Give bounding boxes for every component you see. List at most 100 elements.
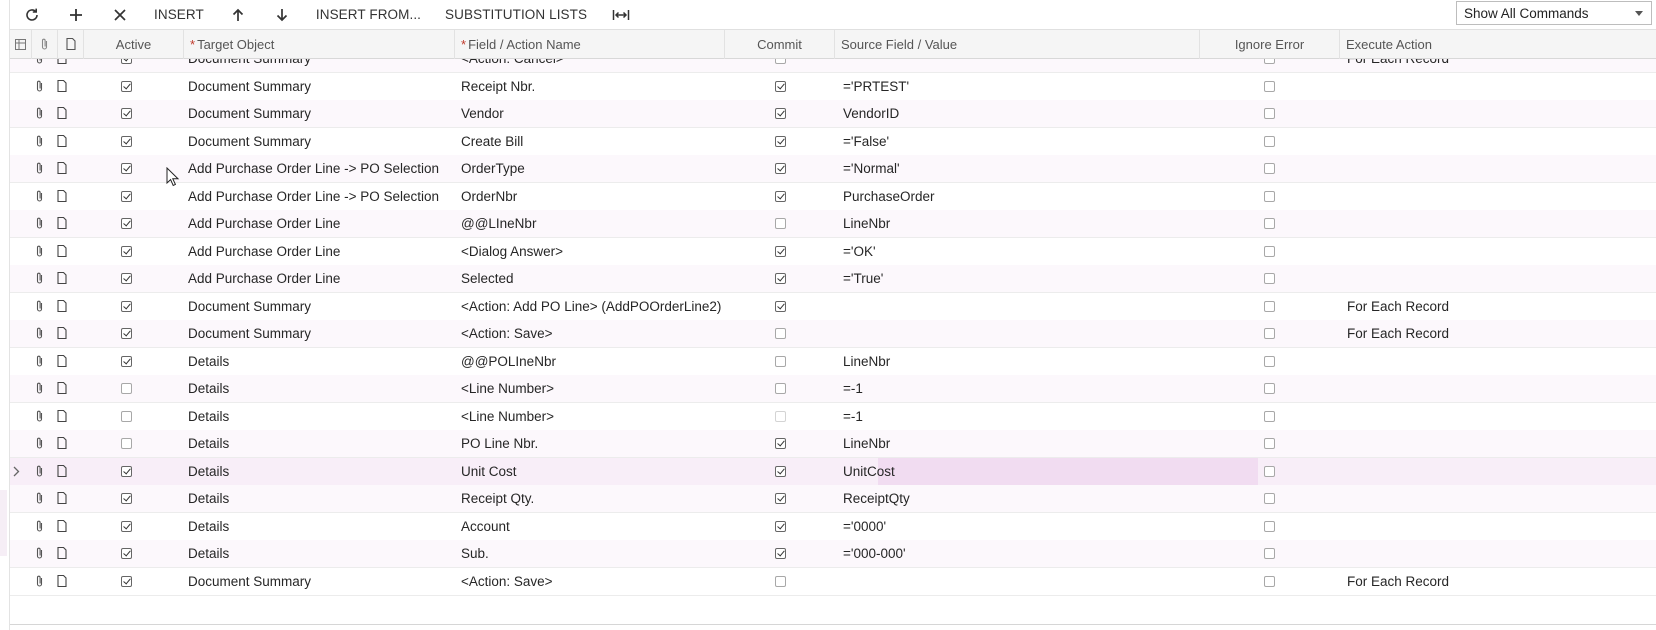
active-checkbox[interactable] bbox=[121, 273, 132, 284]
active-checkbox[interactable] bbox=[121, 493, 132, 504]
execute-action-cell[interactable] bbox=[1347, 155, 1647, 182]
ignore-error-checkbox[interactable] bbox=[1264, 59, 1275, 64]
active-checkbox[interactable] bbox=[121, 410, 132, 422]
note-icon[interactable] bbox=[57, 106, 67, 122]
note-icon[interactable] bbox=[57, 491, 67, 507]
active-checkbox[interactable] bbox=[121, 300, 132, 312]
active-checkbox[interactable] bbox=[121, 135, 132, 147]
execute-action-cell[interactable] bbox=[1347, 430, 1647, 457]
execute-action-cell[interactable]: For Each Record bbox=[1347, 59, 1647, 72]
column-target-object[interactable]: * Target Object bbox=[184, 30, 455, 59]
note-icon[interactable] bbox=[57, 436, 67, 452]
column-source-value[interactable]: Source Field / Value bbox=[835, 30, 1200, 59]
insert-button[interactable]: INSERT bbox=[142, 0, 216, 29]
arrow-down-icon[interactable] bbox=[260, 0, 304, 29]
fit-width-icon[interactable] bbox=[599, 0, 643, 29]
active-checkbox[interactable] bbox=[121, 465, 132, 477]
target-object-cell[interactable]: Details bbox=[188, 375, 453, 402]
field-action-cell[interactable]: <Dialog Answer> bbox=[461, 238, 723, 265]
execute-action-cell[interactable] bbox=[1347, 348, 1647, 375]
column-active[interactable]: Active bbox=[84, 30, 184, 59]
target-object-cell[interactable]: Document Summary bbox=[188, 568, 453, 595]
column-execute-action[interactable]: Execute Action bbox=[1340, 30, 1656, 59]
field-action-cell[interactable]: Selected bbox=[461, 265, 723, 292]
column-settings-icon[interactable] bbox=[10, 30, 32, 59]
ignore-error-checkbox[interactable] bbox=[1264, 218, 1275, 229]
plus-icon[interactable] bbox=[54, 0, 98, 29]
table-row[interactable]: Document Summary Vendor VendorID bbox=[10, 100, 1656, 128]
target-object-cell[interactable]: Document Summary bbox=[188, 293, 453, 320]
source-value-cell[interactable]: LineNbr bbox=[843, 430, 1198, 457]
note-icon[interactable] bbox=[57, 79, 67, 95]
attachment-icon[interactable] bbox=[35, 272, 44, 288]
commit-checkbox[interactable] bbox=[775, 465, 786, 477]
table-row[interactable]: Details @@POLIneNbr LineNbr bbox=[10, 348, 1656, 376]
commit-checkbox[interactable] bbox=[775, 163, 786, 174]
ignore-error-checkbox[interactable] bbox=[1264, 493, 1275, 504]
source-value-cell[interactable] bbox=[843, 293, 1198, 320]
note-icon[interactable] bbox=[57, 244, 67, 260]
commands-filter-select[interactable]: Show All Commands bbox=[1456, 1, 1652, 25]
table-row[interactable]: Document Summary <Action: Save> For Each R… bbox=[10, 320, 1656, 348]
column-ignore-error[interactable]: Ignore Error bbox=[1200, 30, 1340, 59]
table-row[interactable]: Document Summary Receipt Nbr. ='PRTEST' bbox=[10, 73, 1656, 101]
active-checkbox[interactable] bbox=[121, 218, 132, 229]
execute-action-cell[interactable] bbox=[1347, 73, 1647, 100]
note-icon[interactable] bbox=[57, 299, 67, 315]
target-object-cell[interactable]: Details bbox=[188, 458, 453, 485]
field-action-cell[interactable]: @@POLIneNbr bbox=[461, 348, 723, 375]
note-icon[interactable] bbox=[57, 216, 67, 232]
attachment-icon[interactable] bbox=[35, 327, 44, 343]
note-icon[interactable] bbox=[57, 134, 67, 150]
ignore-error-checkbox[interactable] bbox=[1264, 410, 1275, 422]
active-checkbox[interactable] bbox=[121, 575, 132, 587]
target-object-cell[interactable]: Document Summary bbox=[188, 100, 453, 127]
commit-checkbox[interactable] bbox=[775, 59, 786, 64]
commit-checkbox[interactable] bbox=[775, 80, 786, 92]
commit-checkbox[interactable] bbox=[775, 300, 786, 312]
commit-checkbox[interactable] bbox=[775, 383, 786, 394]
attachment-icon[interactable] bbox=[35, 217, 44, 233]
attachment-icon[interactable] bbox=[35, 80, 44, 96]
execute-action-cell[interactable] bbox=[1347, 238, 1647, 265]
target-object-cell[interactable]: Details bbox=[188, 540, 453, 567]
table-row[interactable]: Details <Line Number> =-1 bbox=[10, 403, 1656, 431]
commit-checkbox[interactable] bbox=[775, 438, 786, 449]
table-row[interactable]: Add Purchase Order Line -> PO Selection O… bbox=[10, 155, 1656, 183]
substitution-lists-button[interactable]: SUBSTITUTION LISTS bbox=[433, 0, 599, 29]
table-row[interactable]: Details Account ='0000' bbox=[10, 513, 1656, 541]
execute-action-cell[interactable]: For Each Record bbox=[1347, 320, 1647, 347]
attachment-icon[interactable] bbox=[35, 520, 44, 536]
execute-action-cell[interactable] bbox=[1347, 485, 1647, 512]
source-value-cell[interactable]: ='True' bbox=[843, 265, 1198, 292]
execute-action-cell[interactable] bbox=[1347, 540, 1647, 567]
active-checkbox[interactable] bbox=[121, 245, 132, 257]
commit-checkbox[interactable] bbox=[775, 520, 786, 532]
source-value-cell[interactable]: UnitCost bbox=[843, 458, 1198, 485]
source-value-cell[interactable]: ReceiptQty bbox=[843, 485, 1198, 512]
note-icon[interactable] bbox=[57, 381, 67, 397]
attachment-icon[interactable] bbox=[35, 59, 44, 68]
field-action-cell[interactable]: Unit Cost bbox=[461, 458, 723, 485]
note-icon[interactable] bbox=[57, 271, 67, 287]
field-action-cell[interactable]: <Action: Save> bbox=[461, 320, 723, 347]
attachment-icon[interactable] bbox=[35, 382, 44, 398]
execute-action-cell[interactable] bbox=[1347, 513, 1647, 540]
commit-checkbox[interactable] bbox=[775, 218, 786, 229]
ignore-error-checkbox[interactable] bbox=[1264, 135, 1275, 147]
active-checkbox[interactable] bbox=[121, 355, 132, 367]
execute-action-cell[interactable] bbox=[1347, 210, 1647, 237]
ignore-error-checkbox[interactable] bbox=[1264, 465, 1275, 477]
commit-checkbox[interactable] bbox=[775, 493, 786, 504]
commit-checkbox[interactable] bbox=[775, 410, 786, 422]
attachment-icon[interactable] bbox=[35, 437, 44, 453]
note-icon[interactable] bbox=[57, 464, 67, 480]
source-value-cell[interactable]: =-1 bbox=[843, 403, 1198, 430]
target-object-cell[interactable]: Details bbox=[188, 348, 453, 375]
commit-checkbox[interactable] bbox=[775, 190, 786, 202]
note-icon[interactable] bbox=[57, 546, 67, 562]
commit-checkbox[interactable] bbox=[775, 548, 786, 559]
table-row[interactable]: Details PO Line Nbr. LineNbr bbox=[10, 430, 1656, 458]
field-action-cell[interactable]: OrderNbr bbox=[461, 183, 723, 210]
source-value-cell[interactable] bbox=[843, 568, 1198, 595]
